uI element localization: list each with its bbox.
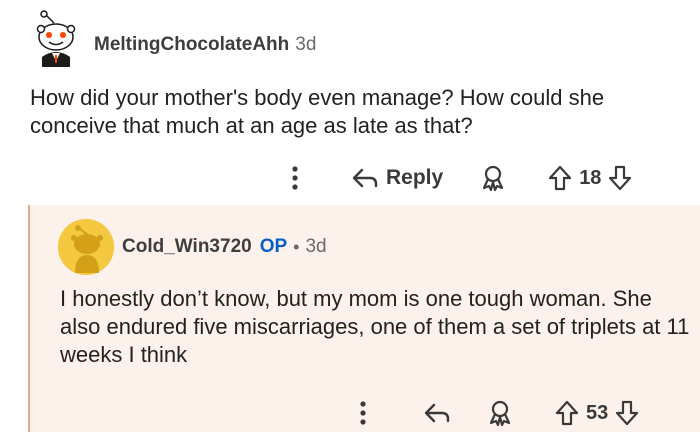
comment-body: I honestly don’t know, but my mom is one… [60,286,690,367]
author-name[interactable]: MeltingChocolateAhh [94,34,289,56]
comment-actions: Reply 18 [282,160,633,196]
award-icon[interactable] [486,399,514,427]
upvote-icon[interactable] [554,399,580,427]
downvote-icon[interactable] [607,164,633,192]
comment-body: How did your mother's body even manage? … [30,85,605,138]
upvote-icon[interactable] [547,164,573,192]
more-vertical-icon[interactable] [350,401,376,425]
comment-1: MeltingChocolateAhh 3d How did your moth… [0,0,700,205]
avatar[interactable] [58,219,114,275]
award-icon[interactable] [479,164,507,192]
avatar[interactable] [28,10,84,73]
reply-icon[interactable] [422,401,452,425]
comment-header: MeltingChocolateAhh 3d [28,10,317,76]
more-vertical-icon[interactable] [282,166,308,190]
comment-header: Cold_Win3720 OP • 3d [58,217,327,277]
vote-count: 18 [579,166,602,189]
snoo-silhouette-icon [58,219,114,275]
downvote-icon[interactable] [614,399,640,427]
op-badge: OP [259,236,288,257]
separator-dot: • [293,236,300,257]
comment-actions: 53 [350,395,640,431]
reply-button[interactable]: Reply [350,166,443,190]
reply-icon [350,166,380,190]
comment-age: 3d [295,34,317,55]
reply-comment: Cold_Win3720 OP • 3d I honestly don’t kn… [28,205,700,432]
snoo-avatar-icon [36,10,76,67]
author-name[interactable]: Cold_Win3720 [122,236,252,258]
comment-age: 3d [305,236,327,257]
reply-label: Reply [386,166,444,189]
vote-count: 53 [586,401,609,424]
